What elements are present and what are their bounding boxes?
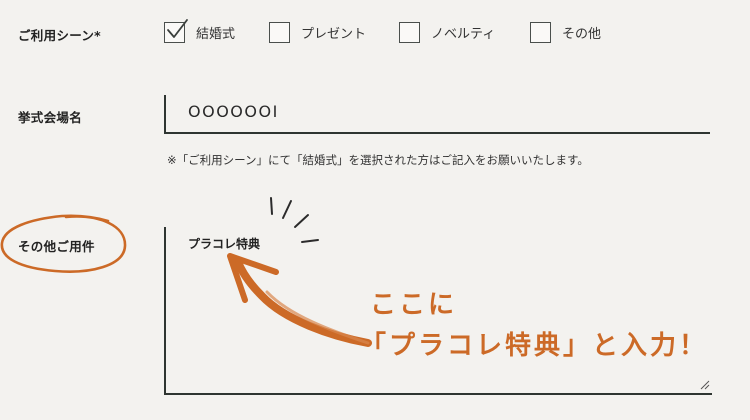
annotation-line1: ここに (370, 290, 458, 320)
highlight-circle-icon (0, 214, 127, 273)
annotation-line2: 「プラコレ特典」と入力！ (360, 331, 709, 361)
arrow-icon (227, 253, 372, 347)
sparkle-icon (270, 197, 319, 243)
